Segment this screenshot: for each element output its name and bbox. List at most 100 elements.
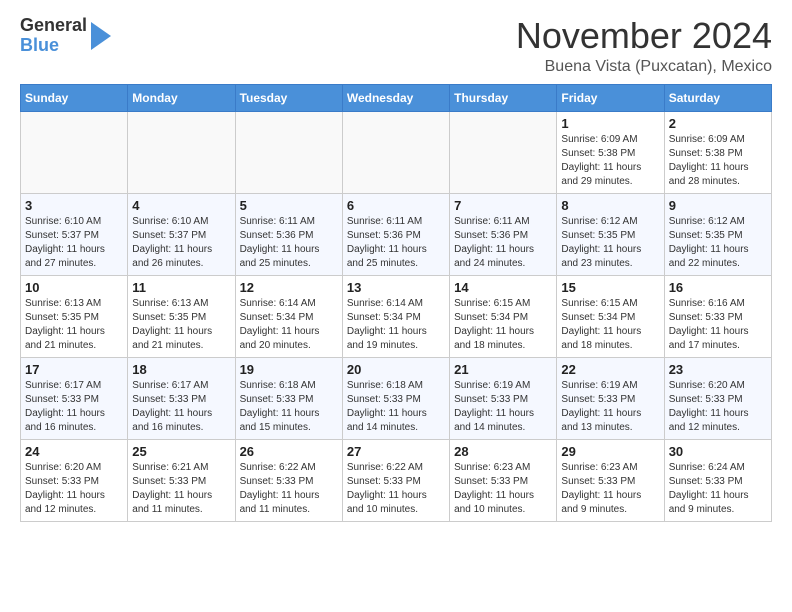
- calendar-header-row: SundayMondayTuesdayWednesdayThursdayFrid…: [21, 84, 772, 111]
- calendar-day-cell: [128, 111, 235, 193]
- calendar-day-cell: 5Sunrise: 6:11 AM Sunset: 5:36 PM Daylig…: [235, 193, 342, 275]
- calendar-day-cell: [21, 111, 128, 193]
- calendar-day-cell: 29Sunrise: 6:23 AM Sunset: 5:33 PM Dayli…: [557, 439, 664, 521]
- day-info: Sunrise: 6:09 AM Sunset: 5:38 PM Dayligh…: [669, 133, 767, 189]
- day-info: Sunrise: 6:14 AM Sunset: 5:34 PM Dayligh…: [240, 297, 338, 353]
- calendar-day-header: Monday: [128, 84, 235, 111]
- calendar-day-cell: 6 Sunrise: 6:11 AM Sunset: 5:36 PM Daylig…: [342, 193, 449, 275]
- day-info: Sunrise: 6:16 AM Sunset: 5:33 PM Dayligh…: [669, 297, 767, 353]
- day-number: 20: [347, 362, 445, 377]
- calendar-day-cell: 4 Sunrise: 6:10 AM Sunset: 5:37 PM Daylig…: [128, 193, 235, 275]
- day-info: Sunrise: 6:20 AM Sunset: 5:33 PM Dayligh…: [25, 461, 123, 517]
- day-number: 21: [454, 362, 552, 377]
- calendar-day-cell: 11 Sunrise: 6:13 AM Sunset: 5:35 PM Dayli…: [128, 275, 235, 357]
- calendar-table: SundayMondayTuesdayWednesdayThursdayFrid…: [20, 84, 772, 522]
- calendar-day-cell: 24Sunrise: 6:20 AM Sunset: 5:33 PM Dayli…: [21, 439, 128, 521]
- calendar-day-header: Friday: [557, 84, 664, 111]
- logo-general: General: [20, 16, 87, 36]
- calendar-day-cell: 2 Sunrise: 6:09 AM Sunset: 5:38 PM Daylig…: [664, 111, 771, 193]
- calendar-day-cell: 3 Sunrise: 6:10 AM Sunset: 5:37 PM Daylig…: [21, 193, 128, 275]
- day-info: Sunrise: 6:09 AM Sunset: 5:38 PM Dayligh…: [561, 133, 659, 189]
- calendar-day-cell: 8 Sunrise: 6:12 AM Sunset: 5:35 PM Daylig…: [557, 193, 664, 275]
- calendar-day-cell: 9 Sunrise: 6:12 AM Sunset: 5:35 PM Daylig…: [664, 193, 771, 275]
- day-number: 19: [240, 362, 338, 377]
- day-number: 13: [347, 280, 445, 295]
- logo-arrow-icon: [91, 22, 111, 50]
- location-title: Buena Vista (Puxcatan), Mexico: [140, 58, 772, 76]
- day-number: 7: [454, 198, 552, 213]
- calendar-day-header: Saturday: [664, 84, 771, 111]
- day-info: Sunrise: 6:11 AM Sunset: 5:36 PM Dayligh…: [240, 215, 338, 271]
- day-info: Sunrise: 6:14 AM Sunset: 5:34 PM Dayligh…: [347, 297, 445, 353]
- calendar-day-cell: [342, 111, 449, 193]
- calendar-day-cell: 13 Sunrise: 6:14 AM Sunset: 5:34 PM Dayli…: [342, 275, 449, 357]
- calendar-day-cell: [235, 111, 342, 193]
- calendar-day-cell: 26 Sunrise: 6:22 AM Sunset: 5:33 PM Dayli…: [235, 439, 342, 521]
- day-info: Sunrise: 6:22 AM Sunset: 5:33 PM Dayligh…: [240, 461, 338, 517]
- header-area: General Blue November 2024 Buena Vista (…: [20, 16, 772, 76]
- day-number: 25: [132, 444, 230, 459]
- calendar-day-cell: 22Sunrise: 6:19 AM Sunset: 5:33 PM Dayli…: [557, 357, 664, 439]
- day-info: Sunrise: 6:23 AM Sunset: 5:33 PM Dayligh…: [561, 461, 659, 517]
- day-number: 23: [669, 362, 767, 377]
- day-info: Sunrise: 6:15 AM Sunset: 5:34 PM Dayligh…: [454, 297, 552, 353]
- calendar-day-cell: [450, 111, 557, 193]
- calendar-day-cell: 25 Sunrise: 6:21 AM Sunset: 5:33 PM Dayli…: [128, 439, 235, 521]
- calendar-week-row: 17Sunrise: 6:17 AM Sunset: 5:33 PM Dayli…: [21, 357, 772, 439]
- day-info: Sunrise: 6:18 AM Sunset: 5:33 PM Dayligh…: [240, 379, 338, 435]
- day-number: 26: [240, 444, 338, 459]
- logo-blue: Blue: [20, 36, 87, 56]
- calendar-week-row: 10 Sunrise: 6:13 AM Sunset: 5:35 PM Dayli…: [21, 275, 772, 357]
- calendar-day-cell: 16 Sunrise: 6:16 AM Sunset: 5:33 PM Dayli…: [664, 275, 771, 357]
- day-number: 9: [669, 198, 767, 213]
- calendar-day-header: Sunday: [21, 84, 128, 111]
- day-number: 4: [132, 198, 230, 213]
- day-number: 28: [454, 444, 552, 459]
- calendar-day-cell: 15Sunrise: 6:15 AM Sunset: 5:34 PM Dayli…: [557, 275, 664, 357]
- calendar-day-cell: 23 Sunrise: 6:20 AM Sunset: 5:33 PM Dayli…: [664, 357, 771, 439]
- logo-text: General Blue: [20, 16, 87, 56]
- day-info: Sunrise: 6:10 AM Sunset: 5:37 PM Dayligh…: [25, 215, 123, 271]
- day-info: Sunrise: 6:11 AM Sunset: 5:36 PM Dayligh…: [454, 215, 552, 271]
- day-number: 11: [132, 280, 230, 295]
- main-container: General Blue November 2024 Buena Vista (…: [0, 0, 792, 532]
- day-info: Sunrise: 6:22 AM Sunset: 5:33 PM Dayligh…: [347, 461, 445, 517]
- calendar-week-row: 3 Sunrise: 6:10 AM Sunset: 5:37 PM Daylig…: [21, 193, 772, 275]
- calendar-day-cell: 12Sunrise: 6:14 AM Sunset: 5:34 PM Dayli…: [235, 275, 342, 357]
- day-number: 27: [347, 444, 445, 459]
- calendar-day-header: Wednesday: [342, 84, 449, 111]
- day-number: 17: [25, 362, 123, 377]
- day-info: Sunrise: 6:21 AM Sunset: 5:33 PM Dayligh…: [132, 461, 230, 517]
- calendar-week-row: 24Sunrise: 6:20 AM Sunset: 5:33 PM Dayli…: [21, 439, 772, 521]
- logo: General Blue: [20, 16, 140, 56]
- day-number: 10: [25, 280, 123, 295]
- day-number: 30: [669, 444, 767, 459]
- day-number: 18: [132, 362, 230, 377]
- day-number: 16: [669, 280, 767, 295]
- day-number: 3: [25, 198, 123, 213]
- day-number: 6: [347, 198, 445, 213]
- day-info: Sunrise: 6:12 AM Sunset: 5:35 PM Dayligh…: [669, 215, 767, 271]
- day-number: 2: [669, 116, 767, 131]
- day-number: 1: [561, 116, 659, 131]
- day-number: 15: [561, 280, 659, 295]
- calendar-day-header: Thursday: [450, 84, 557, 111]
- day-number: 8: [561, 198, 659, 213]
- calendar-day-cell: 27 Sunrise: 6:22 AM Sunset: 5:33 PM Dayli…: [342, 439, 449, 521]
- day-info: Sunrise: 6:23 AM Sunset: 5:33 PM Dayligh…: [454, 461, 552, 517]
- title-area: November 2024 Buena Vista (Puxcatan), Me…: [140, 16, 772, 76]
- day-info: Sunrise: 6:13 AM Sunset: 5:35 PM Dayligh…: [132, 297, 230, 353]
- day-info: Sunrise: 6:11 AM Sunset: 5:36 PM Dayligh…: [347, 215, 445, 271]
- calendar-day-cell: 17Sunrise: 6:17 AM Sunset: 5:33 PM Dayli…: [21, 357, 128, 439]
- day-info: Sunrise: 6:13 AM Sunset: 5:35 PM Dayligh…: [25, 297, 123, 353]
- day-info: Sunrise: 6:18 AM Sunset: 5:33 PM Dayligh…: [347, 379, 445, 435]
- day-info: Sunrise: 6:10 AM Sunset: 5:37 PM Dayligh…: [132, 215, 230, 271]
- calendar-day-header: Tuesday: [235, 84, 342, 111]
- day-number: 14: [454, 280, 552, 295]
- calendar-day-cell: 30Sunrise: 6:24 AM Sunset: 5:33 PM Dayli…: [664, 439, 771, 521]
- day-info: Sunrise: 6:20 AM Sunset: 5:33 PM Dayligh…: [669, 379, 767, 435]
- day-info: Sunrise: 6:12 AM Sunset: 5:35 PM Dayligh…: [561, 215, 659, 271]
- calendar-day-cell: 21Sunrise: 6:19 AM Sunset: 5:33 PM Dayli…: [450, 357, 557, 439]
- calendar-day-cell: 10 Sunrise: 6:13 AM Sunset: 5:35 PM Dayli…: [21, 275, 128, 357]
- day-number: 22: [561, 362, 659, 377]
